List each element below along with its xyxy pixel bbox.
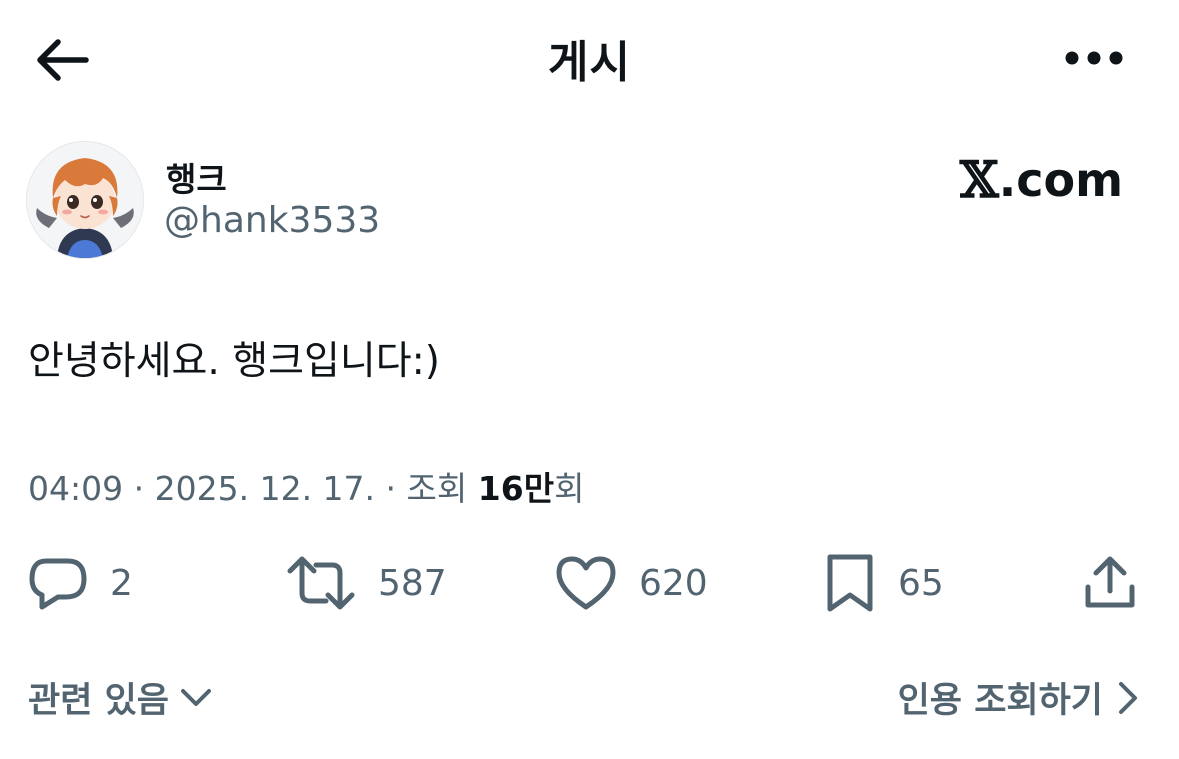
avatar-illustration	[27, 142, 143, 258]
reply-button[interactable]: 2	[28, 553, 133, 613]
repost-count: 587	[378, 562, 447, 604]
related-label: 관련 있음	[28, 681, 169, 721]
avatar[interactable]	[26, 141, 144, 259]
post-date[interactable]: 2025. 12. 17.	[155, 469, 375, 508]
page-title: 게시	[548, 37, 631, 88]
x-com-watermark: 𝕏 .com	[960, 150, 1123, 209]
more-dots-icon	[1065, 51, 1123, 65]
quotes-label: 인용 조회하기	[897, 681, 1103, 721]
share-icon	[1085, 556, 1135, 608]
share-button[interactable]	[1082, 553, 1138, 613]
repost-button[interactable]: 587	[286, 553, 447, 613]
repost-icon	[287, 556, 355, 610]
display-name[interactable]: 행크	[166, 153, 227, 201]
views-count[interactable]: 16만	[478, 469, 554, 508]
heart-icon	[556, 556, 616, 610]
view-quotes-link[interactable]: 인용 조회하기	[898, 672, 1139, 723]
user-handle[interactable]: @hank3533	[164, 200, 380, 241]
watermark-domain: .com	[998, 152, 1123, 207]
chevron-right-icon	[1119, 681, 1137, 714]
views-prefix: 조회	[406, 469, 468, 508]
post-meta: 04:09 · 2025. 12. 17. · 조회 16만회	[28, 462, 584, 510]
meta-separator: ·	[133, 469, 145, 508]
meta-separator: ·	[385, 469, 397, 508]
views-suffix: 회	[554, 469, 585, 508]
like-button[interactable]: 620	[555, 553, 708, 613]
chevron-down-icon	[181, 688, 211, 706]
more-options-button[interactable]	[1059, 38, 1129, 78]
related-toggle[interactable]: 관련 있음	[28, 672, 213, 723]
reply-bubble-icon	[29, 558, 87, 610]
reply-count: 2	[110, 562, 133, 604]
bookmark-button[interactable]: 65	[824, 553, 944, 613]
like-count: 620	[639, 562, 708, 604]
x-logo: 𝕏	[959, 150, 999, 209]
post-time[interactable]: 04:09	[28, 469, 123, 508]
bookmark-icon	[827, 554, 873, 612]
bookmark-count: 65	[898, 562, 944, 604]
post-text: 안녕하세요. 행크입니다:)	[28, 339, 440, 384]
